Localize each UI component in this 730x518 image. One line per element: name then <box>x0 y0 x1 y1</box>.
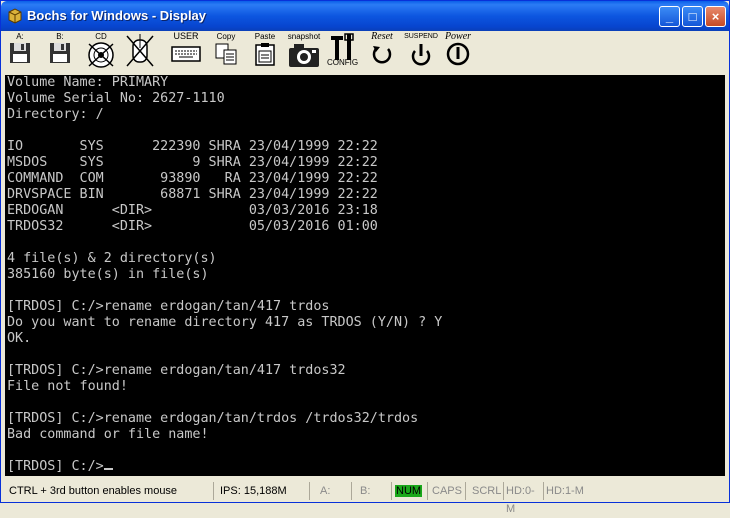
copy-label: Copy <box>216 32 236 41</box>
window-title: Bochs for Windows - Display <box>27 8 207 23</box>
close-button[interactable]: × <box>705 6 726 27</box>
paste-label: Paste <box>254 32 276 41</box>
suspend-button[interactable]: SUSPEND <box>403 32 439 72</box>
terminal-line: IO SYS 222390 SHRA 23/04/1999 22:22 <box>7 139 378 154</box>
snapshot-button[interactable]: snapshot <box>285 32 323 72</box>
emulator-display[interactable]: Volume Name: PRIMARY Volume Serial No: 2… <box>5 75 725 476</box>
mouse-disabled-icon <box>126 34 154 67</box>
camera-icon <box>289 44 319 67</box>
title-bar[interactable]: Bochs for Windows - Display _ □ × <box>1 1 729 31</box>
status-floppy-a: A: <box>309 482 351 500</box>
terminal-line: Bad command or file name! <box>7 427 209 442</box>
terminal-line: [TRDOS] C:/>rename erdogan/tan/417 trdos… <box>7 363 346 378</box>
terminal-line: OK. <box>7 331 32 346</box>
floppy-a-button[interactable]: A: <box>7 32 33 72</box>
status-hint: CTRL + 3rd button enables mouse <box>9 485 178 497</box>
floppy-b-label: B: <box>56 32 64 41</box>
terminal-line: 385160 byte(s) in file(s) <box>7 267 209 282</box>
terminal-line: COMMAND COM 93890 RA 23/04/1999 22:22 <box>7 171 378 186</box>
floppy-a-label: A: <box>16 32 24 41</box>
status-hd0: HD:0-M <box>503 482 543 515</box>
terminal-line: Directory: / <box>7 107 104 122</box>
suspend-icon <box>411 44 431 66</box>
floppy-icon <box>50 43 70 63</box>
floppy-icon <box>10 43 30 63</box>
reset-label: Reset <box>371 31 393 42</box>
status-scrl: SCRL <box>465 482 503 500</box>
power-label: Power <box>444 31 472 42</box>
mouse-button[interactable] <box>123 32 157 72</box>
power-button[interactable]: Power <box>441 32 475 72</box>
terminal-line: 4 file(s) & 2 directory(s) <box>7 251 217 266</box>
user-label: USER <box>173 31 199 41</box>
copy-icon <box>215 43 237 65</box>
text-cursor <box>103 468 113 470</box>
terminal-line: ERDOGAN <DIR> 03/03/2016 23:18 <box>7 203 378 218</box>
reset-icon <box>372 46 392 64</box>
status-num: NUM <box>391 482 427 500</box>
terminal-line: [TRDOS] C:/>rename erdogan/tan/417 trdos <box>7 299 330 314</box>
snapshot-label: snapshot <box>287 32 321 41</box>
power-icon <box>446 42 470 66</box>
cdrom-disabled-icon <box>88 42 114 68</box>
num-lock-indicator: NUM <box>395 485 423 497</box>
bochs-window: Bochs for Windows - Display _ □ × A: B: <box>0 0 730 515</box>
maximize-button[interactable]: □ <box>682 6 703 27</box>
cdrom-label: CD <box>95 32 107 41</box>
terminal-line: TRDOS32 <DIR> 05/03/2016 01:00 <box>7 219 378 234</box>
copy-button[interactable]: Copy <box>211 32 241 72</box>
status-hd1: HD:1-M <box>543 482 603 500</box>
terminal-line: File not found! <box>7 379 128 394</box>
terminal-line: Volume Serial No: 2627-1110 <box>7 91 225 106</box>
reset-button[interactable]: Reset <box>365 32 399 72</box>
paste-button[interactable]: Paste <box>249 32 281 72</box>
keyboard-icon <box>171 46 201 62</box>
status-caps: CAPS <box>427 482 465 500</box>
status-ips: IPS: 15,188M <box>213 482 309 500</box>
bochs-app-icon <box>8 8 22 24</box>
floppy-b-button[interactable]: B: <box>47 32 73 72</box>
cdrom-button[interactable]: CD <box>85 32 117 72</box>
terminal-line: [TRDOS] C:/> <box>7 459 104 474</box>
suspend-label: SUSPEND <box>404 33 438 40</box>
config-button[interactable]: CONFIG <box>327 32 359 72</box>
status-floppy-b: B: <box>351 482 391 500</box>
terminal-line: Do you want to rename directory 417 as T… <box>7 315 443 330</box>
terminal-line: [TRDOS] C:/>rename erdogan/tan/trdos /tr… <box>7 411 419 426</box>
toolbar: A: B: CD USER Copy Paste snapshot CONFIG… <box>1 31 729 73</box>
terminal-output: Volume Name: PRIMARY Volume Serial No: 2… <box>7 75 442 475</box>
status-bar: CTRL + 3rd button enables mouse IPS: 15,… <box>1 480 729 515</box>
user-button[interactable]: USER <box>169 32 203 72</box>
terminal-line: MSDOS SYS 9 SHRA 23/04/1999 22:22 <box>7 155 378 170</box>
clipboard-icon <box>255 43 275 66</box>
terminal-line: DRVSPACE BIN 68871 SHRA 23/04/1999 22:22 <box>7 187 378 202</box>
config-label: CONFIG <box>327 58 359 67</box>
minimize-button[interactable]: _ <box>659 6 680 27</box>
terminal-line: Volume Name: PRIMARY <box>7 75 169 90</box>
